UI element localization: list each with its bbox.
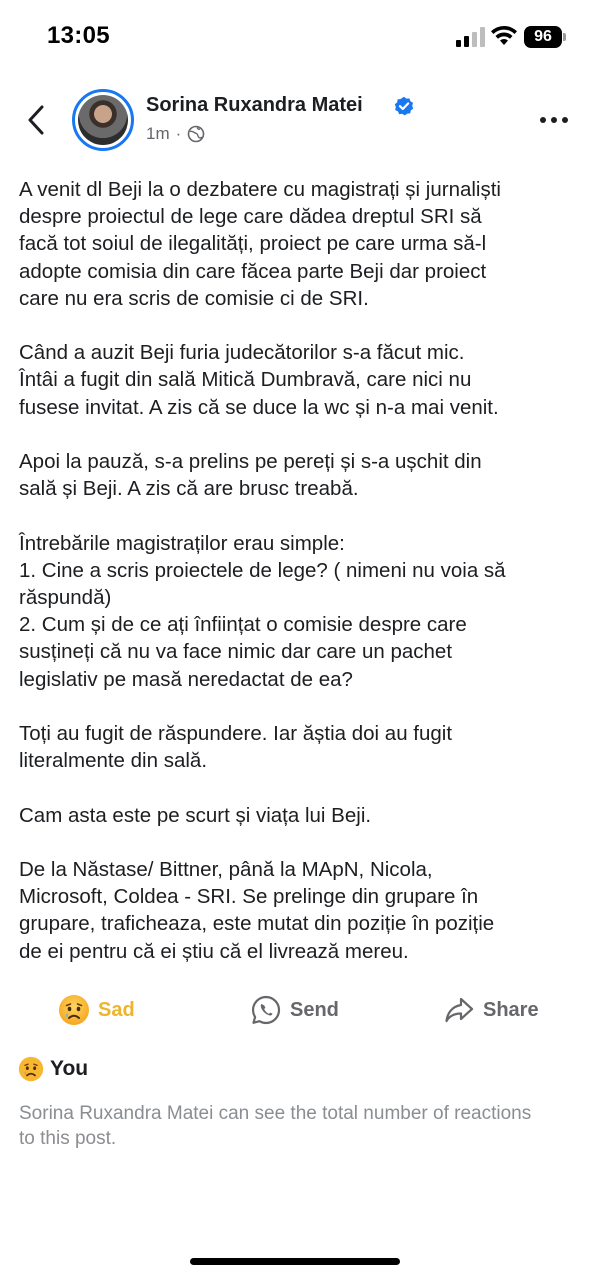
text-line: grupare, traficheaza, este mutat din poz… [19,912,495,936]
post-paragraph: Apoi la pauză, s-a prelins pe pereți și … [19,448,575,502]
sad-face-icon [59,995,89,1025]
text-line: literalmente din sală. [19,749,208,773]
meta-separator: · [175,124,182,143]
share-button[interactable]: Share [443,990,539,1030]
post-paragraph: Toți au fugit de răspundere. Iar ăștia d… [19,720,575,774]
text-line: răspundă) [19,586,112,609]
text-line: Când a auzit Beji furia judecătorilor s-… [19,341,465,365]
text-line: A venit dl Beji la o dezbatere cu magist… [19,178,501,201]
verified-badge-icon [394,96,414,116]
whatsapp-icon [251,995,281,1025]
avatar[interactable] [72,89,134,151]
status-time: 13:05 [47,22,110,49]
share-label: Share [483,998,539,1021]
post-paragraph: Cam asta este pe scurt și viața lui Beji… [19,802,575,829]
text-line: 1. Cine a scris proiectele de lege? ( ni… [19,558,506,582]
post-paragraph: Când a auzit Beji furia judecătorilor s-… [19,339,575,421]
text-line: facă tot soiul de ilegalități, proiect p… [19,232,487,256]
text-line: Apoi la pauză, s-a prelins pe pereți și … [19,450,482,473]
globe-icon [187,125,205,143]
text-line: de ei pentru că ei știu că el livrează m… [19,939,409,963]
reaction-user-label: You [50,1057,89,1080]
text-line: sală și Beji. A zis că are brusc treabă. [19,477,359,501]
battery-tip [563,33,566,41]
text-line: susțineți că nu va face nimic dar care u… [19,640,453,664]
battery-indicator: 96 [524,26,562,48]
post-paragraph: A venit dl Beji la o dezbatere cu magist… [19,176,575,312]
text-line: care nu era scris de comisie ci de SRI. [19,286,369,310]
text-line: Întâi a fugit din sală Mitică Dumbravă, … [19,368,472,392]
status-bar: 13:05 96 [0,0,591,76]
text-line: Toți au fugit de răspundere. Iar ăștia d… [19,722,453,745]
share-arrow-icon [445,997,474,1023]
battery-level: 96 [534,28,552,45]
post-paragraph: De la Năstase/ Bittner, până la MApN, Ni… [19,856,575,965]
text-line: legislativ pe masă neredactat de ea? [19,667,353,691]
reaction-visibility-note: Sorina Ruxandra Matei can see the total … [19,1103,532,1149]
cellular-signal-icon [456,27,485,47]
text-line: De la Năstase/ Bittner, până la MApN, Ni… [19,857,433,881]
author-name[interactable]: Sorina Ruxandra Matei [146,94,363,117]
post-meta: 1m · [146,124,205,144]
text-line: adopte comisia din care făcea parte Beji… [19,259,487,283]
text-line: fusese invitat. A zis că se duce la wc ș… [19,395,499,419]
text-line: Cam asta este pe scurt și viața lui Beji… [19,803,372,827]
sad-reaction-button[interactable]: Sad [58,990,135,1030]
chevron-left-icon [28,105,44,135]
text-line: despre proiectul de lege care dădea drep… [19,205,482,229]
more-horizontal-icon [540,117,568,123]
post-paragraph: Întrebările magistraților erau simple: 1… [19,530,575,693]
sad-label: Sad [98,998,135,1021]
wifi-icon [491,25,517,45]
home-indicator[interactable] [190,1258,400,1265]
send-label: Send [290,998,339,1021]
text-line: Microsoft, Coldea - SRI. Se prelinge din… [19,885,479,909]
post-text: A venit dl Beji la o dezbatere cu magist… [19,176,575,965]
post-actions: Sad Send Share [0,990,591,1030]
more-options-button[interactable] [536,106,572,134]
post-header: Sorina Ruxandra Matei 1m · [0,88,591,158]
text-line: Întrebările magistraților erau simple: [19,531,345,555]
post-timestamp[interactable]: 1m [146,124,170,144]
text-line: 2. Cum și de ce ați înființat o comisie … [19,613,467,637]
sad-face-small-icon [18,1056,44,1082]
send-button[interactable]: Send [250,990,339,1030]
back-button[interactable] [18,102,54,138]
avatar-photo [78,95,128,145]
your-reaction[interactable]: You [18,1056,88,1082]
